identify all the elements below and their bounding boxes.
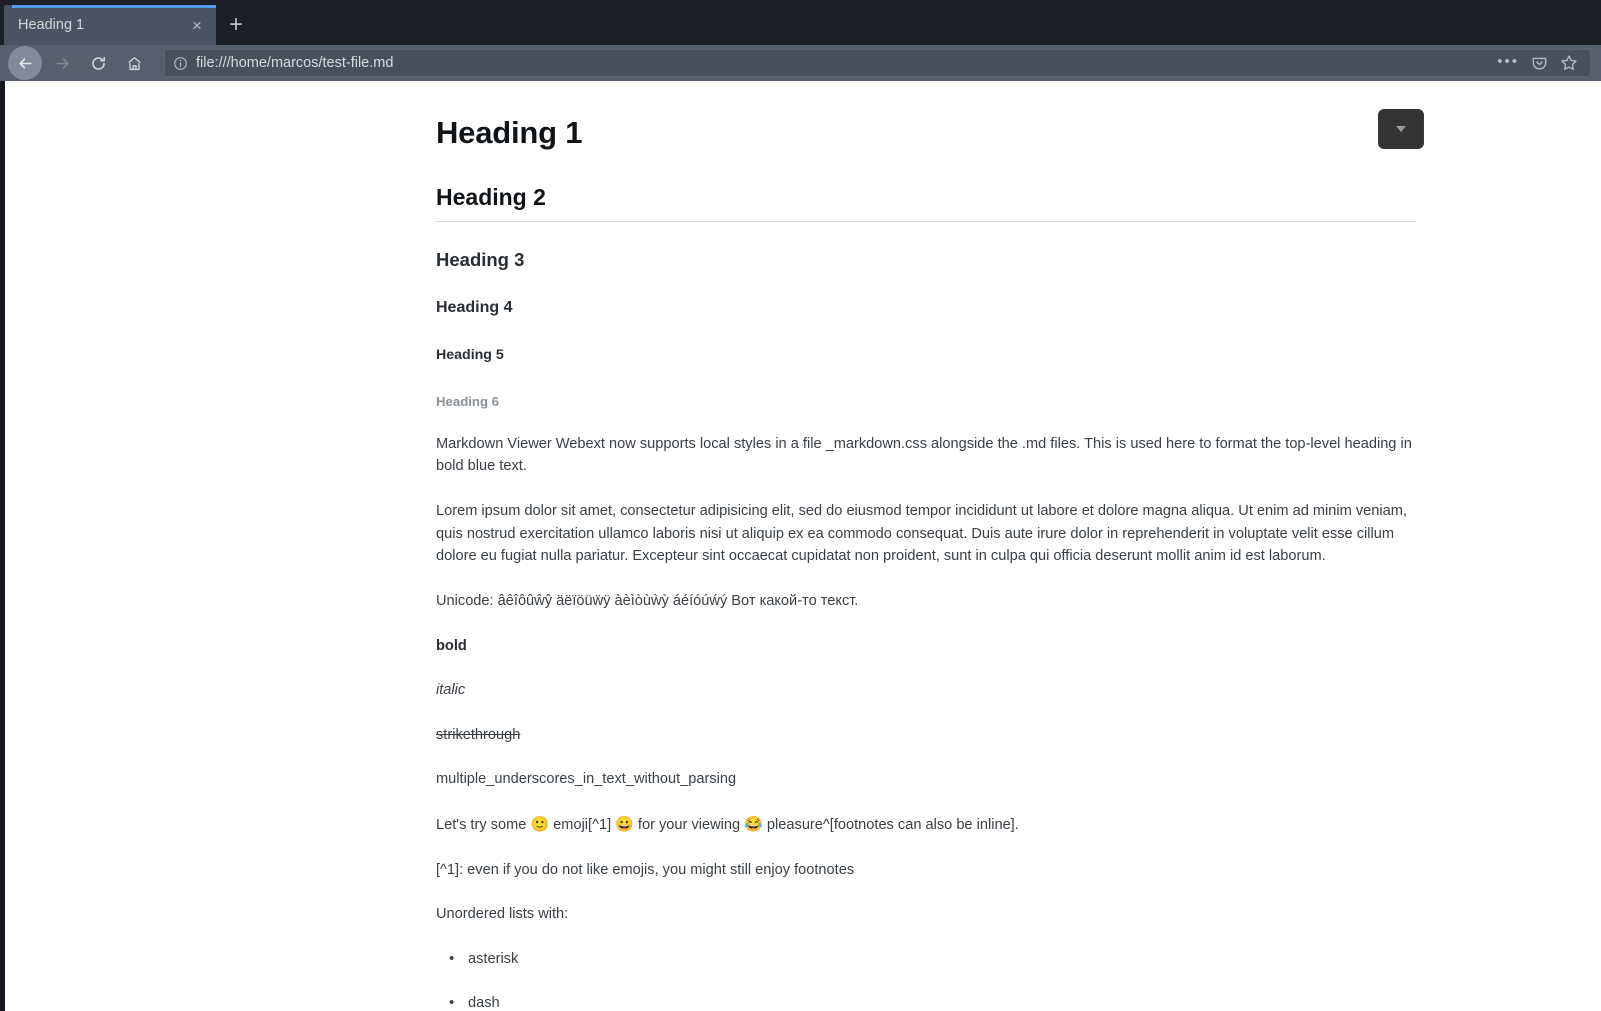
address-bar[interactable]: file:///home/marcos/test-file.md ••• <box>164 49 1591 77</box>
strikethrough-text: strikethrough <box>436 726 521 743</box>
list-item: asterisk <box>449 947 1416 971</box>
browser-window: Heading 1 × + file:///home/marcos/test-f… <box>0 0 1601 1011</box>
emoji-line-part-3: for your viewing <box>633 816 745 833</box>
close-icon[interactable]: × <box>186 14 208 36</box>
heading-3: Heading 3 <box>436 248 525 270</box>
info-icon[interactable] <box>173 56 188 71</box>
star-icon[interactable] <box>1560 54 1578 72</box>
tab-bar: Heading 1 × + <box>0 0 1601 45</box>
tab-title: Heading 1 <box>18 17 85 33</box>
paragraph-intro: Markdown Viewer Webext now supports loca… <box>436 435 1412 475</box>
heading-1: Heading 1 <box>436 115 583 150</box>
emoji-line-part-4: pleasure^[footnotes can also be inline]. <box>762 816 1019 833</box>
page-actions-icon[interactable]: ••• <box>1497 54 1519 73</box>
heading-4: Heading 4 <box>436 298 513 316</box>
unordered-list: asterisk dash or plus Can contain checkb… <box>436 947 1416 1011</box>
back-button[interactable] <box>8 46 42 80</box>
paragraph-lorem: Lorem ipsum dolor sit amet, consectetur … <box>436 503 1407 565</box>
list-item-label: asterisk <box>468 950 519 967</box>
reload-icon <box>90 55 107 72</box>
home-icon <box>126 55 143 72</box>
home-button[interactable] <box>116 48 152 78</box>
heading-2: Heading 2 <box>436 183 1416 222</box>
face-with-tears-of-joy-icon: 😂 <box>744 815 763 833</box>
bold-text: bold <box>436 637 467 654</box>
address-bar-value[interactable]: file:///home/marcos/test-file.md <box>196 55 1489 71</box>
paragraph-underscores: multiple_underscores_in_text_without_par… <box>436 771 737 788</box>
pocket-icon[interactable] <box>1531 55 1548 72</box>
page-viewport: Heading 1 Heading 2 Heading 3 Heading 4 … <box>0 81 1601 1011</box>
window-edge-strip <box>0 81 5 1011</box>
paragraph-unicode: Unicode: âêîôûŵŷ äëïöüẅÿ àèìòùẁỳ áéíóúẃý… <box>436 592 859 609</box>
reload-button[interactable] <box>80 48 116 78</box>
paragraph-emoji: Let's try some 🙂 emoji[^1] 😀 for your vi… <box>436 813 1416 837</box>
new-tab-button[interactable]: + <box>216 5 256 45</box>
navigation-toolbar: file:///home/marcos/test-file.md ••• <box>0 45 1601 81</box>
arrow-left-icon <box>17 55 34 72</box>
grinning-face-icon: 😀 <box>615 815 634 833</box>
markdown-document: Heading 1 Heading 2 Heading 3 Heading 4 … <box>436 81 1424 1011</box>
paragraph-footnote: [^1]: even if you do not like emojis, yo… <box>436 861 855 878</box>
chevron-down-icon <box>1396 126 1406 132</box>
italic-text: italic <box>436 682 466 699</box>
list-item: dash <box>449 991 1416 1011</box>
markdown-viewer-toggle[interactable] <box>1378 109 1424 149</box>
forward-button[interactable] <box>44 48 80 78</box>
slightly-smiling-face-icon: 🙂 <box>530 815 550 833</box>
emoji-line-part-2: emoji[^1] <box>549 816 616 833</box>
paragraph-lists-intro: Unordered lists with: <box>436 906 569 923</box>
list-item-label: dash <box>468 995 500 1011</box>
arrow-right-icon <box>54 55 71 72</box>
emoji-line-part-1: Let's try some <box>436 816 531 833</box>
tab-heading-1[interactable]: Heading 1 × <box>4 5 216 45</box>
heading-5: Heading 5 <box>436 346 504 363</box>
heading-6: Heading 6 <box>436 394 500 410</box>
